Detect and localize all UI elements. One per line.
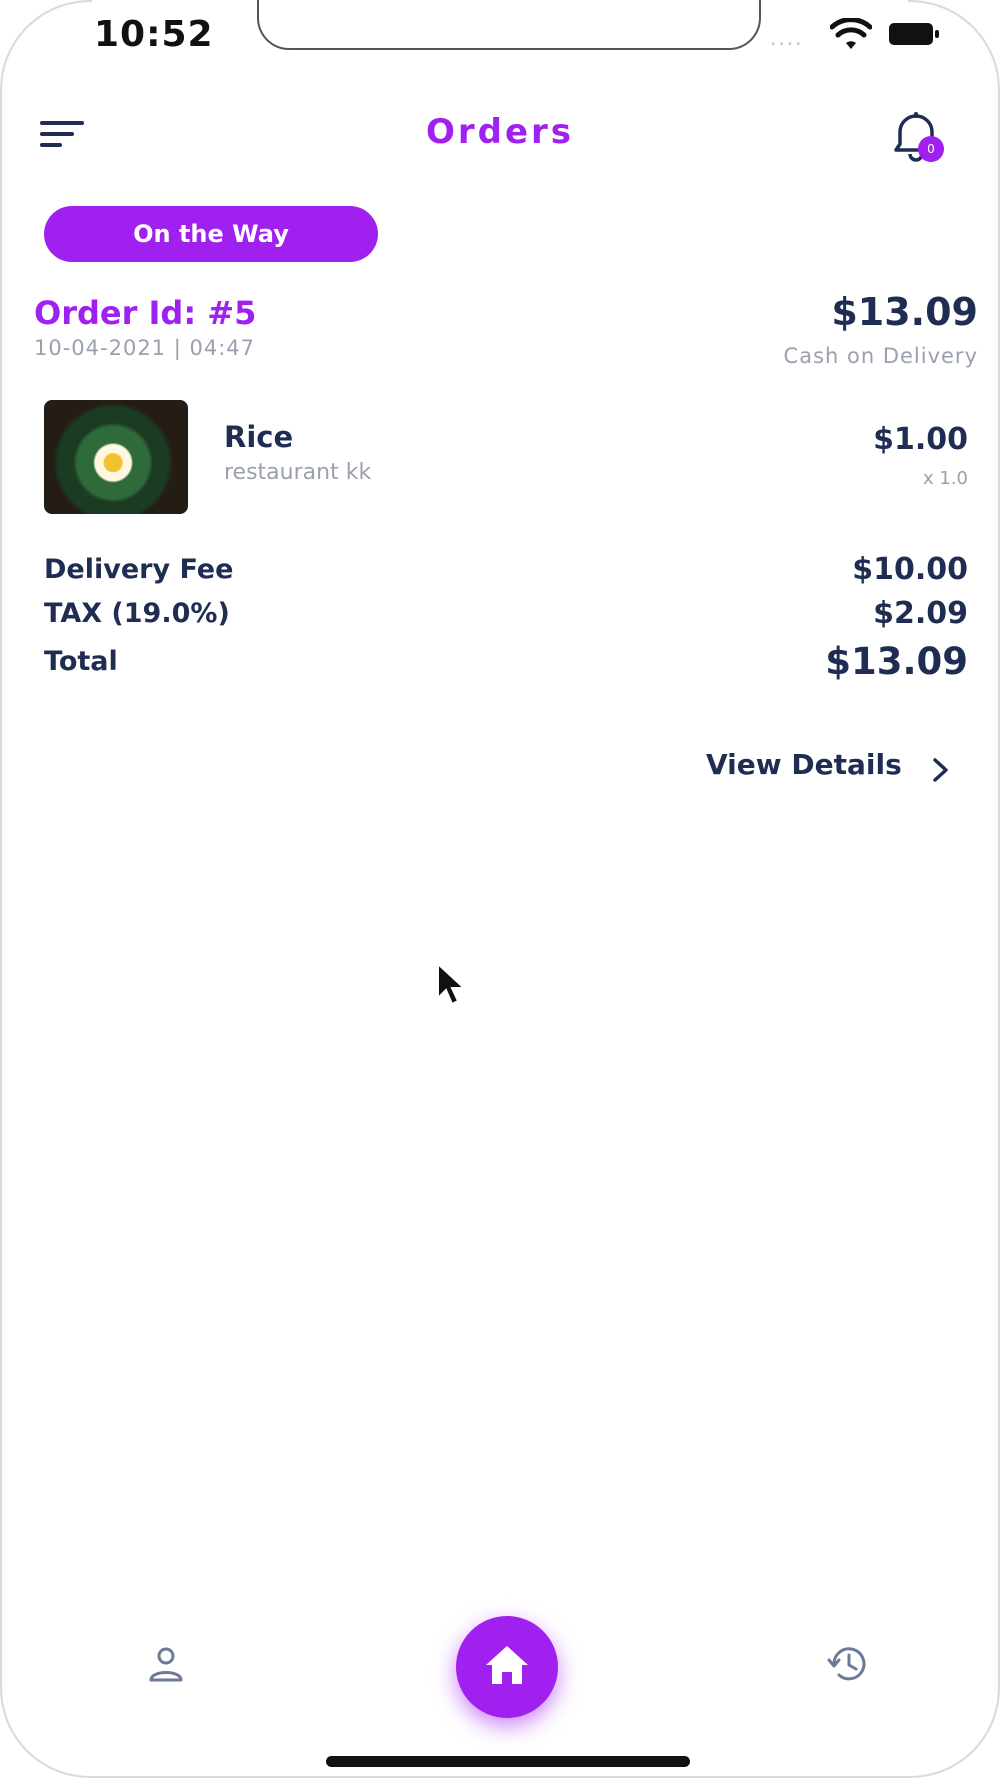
page-title: Orders bbox=[425, 112, 575, 152]
status-time: 10:52 bbox=[94, 14, 214, 55]
item-quantity: x 1.0 bbox=[923, 468, 968, 489]
frame-corner bbox=[0, 0, 92, 92]
frame-edge bbox=[0, 90, 2, 1688]
delivery-fee-label: Delivery Fee bbox=[44, 554, 234, 585]
home-indicator bbox=[326, 1756, 690, 1767]
tax-label: TAX (19.0%) bbox=[44, 598, 230, 629]
item-price: $1.00 bbox=[873, 422, 968, 457]
history-icon[interactable] bbox=[826, 1642, 870, 1686]
order-status-badge[interactable]: On the Way bbox=[44, 206, 378, 262]
item-name: Rice bbox=[224, 420, 294, 454]
item-restaurant: restaurant kk bbox=[224, 460, 372, 485]
view-details-link[interactable]: View Details bbox=[706, 748, 902, 781]
order-id: Order Id: #5 bbox=[34, 294, 257, 332]
orders-screen: 10:52 ···· Orders 0 On the Way Order Id:… bbox=[0, 0, 1000, 1778]
payment-method: Cash on Delivery bbox=[783, 344, 978, 368]
battery-icon bbox=[889, 23, 939, 45]
delivery-fee-value: $10.00 bbox=[852, 552, 968, 587]
notification-badge: 0 bbox=[918, 136, 944, 162]
tax-value: $2.09 bbox=[873, 596, 968, 631]
frame-corner bbox=[0, 1686, 92, 1778]
order-datetime: 10-04-2021 | 04:47 bbox=[34, 336, 255, 360]
wifi-icon bbox=[830, 18, 872, 49]
total-value: $13.09 bbox=[825, 640, 968, 683]
signal-icon: ···· bbox=[770, 32, 804, 56]
home-button[interactable] bbox=[456, 1616, 558, 1718]
chevron-right-icon[interactable] bbox=[932, 756, 950, 784]
food-image bbox=[44, 400, 188, 514]
frame-corner bbox=[908, 1686, 1000, 1778]
device-notch bbox=[257, 0, 761, 50]
frame-corner bbox=[908, 0, 1000, 92]
order-total: $13.09 bbox=[831, 290, 978, 334]
cursor-icon bbox=[437, 962, 467, 1006]
user-icon[interactable] bbox=[146, 1644, 186, 1684]
total-label: Total bbox=[44, 646, 118, 677]
home-icon bbox=[486, 1646, 528, 1684]
